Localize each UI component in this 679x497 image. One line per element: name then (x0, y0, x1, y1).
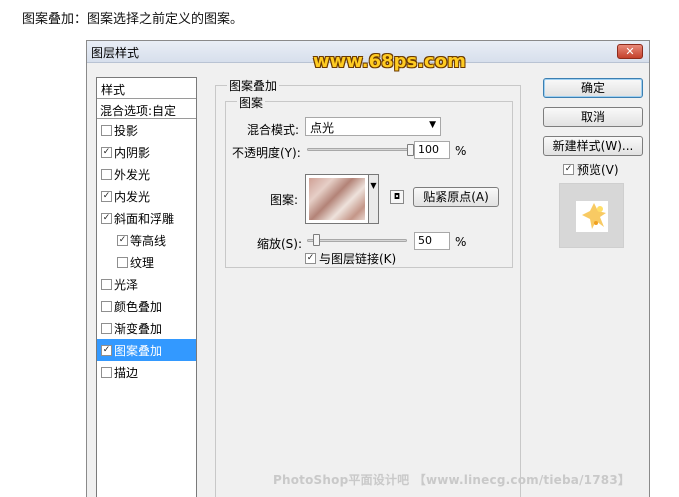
style-item-label: 等高线 (130, 233, 167, 248)
style-item-checkbox[interactable]: ✓ (101, 212, 112, 224)
style-item-4[interactable]: ✓ 斜面和浮雕 (97, 207, 196, 229)
style-item-checkbox[interactable]: ✓ (101, 190, 112, 202)
preview-sparkle-icon (582, 203, 606, 229)
style-item-label: 颜色叠加 (114, 299, 163, 314)
section-title: 图案叠加 (227, 77, 280, 94)
style-item-5[interactable]: ✓ 等高线 (97, 229, 196, 251)
style-item-checkbox[interactable] (101, 300, 112, 312)
style-item-7[interactable]: 光泽 (97, 273, 196, 295)
style-item-label: 描边 (114, 365, 139, 380)
style-item-label: 内阴影 (114, 145, 151, 160)
opacity-slider-thumb[interactable] (407, 144, 414, 156)
chevron-down-icon: ▼ (370, 181, 377, 190)
style-item-label: 图案叠加 (114, 343, 163, 358)
blend-mode-value: 点光 (310, 121, 335, 135)
cancel-button[interactable]: 取消 (543, 107, 643, 127)
blend-mode-label: 混合模式: (247, 123, 300, 137)
caption-text: 图案叠加：图案选择之前定义的图案。 (22, 12, 244, 27)
style-item-label: 渐变叠加 (114, 321, 163, 336)
styles-header[interactable]: 样式 (97, 78, 196, 99)
style-item-checkbox[interactable] (117, 256, 128, 268)
dialog-title: 图层样式 (91, 46, 140, 60)
style-item-checkbox[interactable] (101, 124, 112, 136)
new-style-button[interactable]: 新建样式(W)... (543, 136, 643, 156)
style-item-label: 纹理 (130, 255, 155, 270)
new-preset-icon[interactable]: ◘ (390, 190, 404, 204)
styles-list: 样式 混合选项:自定 投影 ✓ 内阴影 外发光 ✓ 内发光 ✓ 斜面和浮雕 ✓ 等高线 纹理 光泽 颜色… (96, 77, 197, 497)
site-logo: www.68ps.com (313, 51, 466, 72)
snap-to-origin-button[interactable]: 贴紧原点(A) (413, 187, 499, 207)
style-item-checkbox[interactable] (101, 168, 112, 180)
style-item-9[interactable]: 渐变叠加 (97, 317, 196, 339)
style-item-label: 光泽 (114, 277, 139, 292)
watermark-text: PhotoShop平面设计吧 【www.linecg.com/tieba/178… (273, 473, 631, 487)
style-item-checkbox[interactable]: ✓ (101, 146, 112, 158)
style-item-3[interactable]: ✓ 内发光 (97, 185, 196, 207)
scale-percent-sign: % (455, 235, 467, 249)
style-item-label: 投影 (114, 123, 139, 138)
preview-thumbnail (576, 201, 608, 232)
scale-input[interactable]: 50 (414, 232, 450, 250)
blend-mode-select[interactable]: 点光 ▼ (305, 117, 441, 136)
style-items: 投影 ✓ 内阴影 外发光 ✓ 内发光 ✓ 斜面和浮雕 ✓ 等高线 纹理 光泽 颜色叠加 渐变叠加 ✓ 图案叠加… (97, 119, 196, 383)
opacity-label: 不透明度(Y): (232, 146, 301, 160)
style-item-checkbox[interactable] (101, 322, 112, 334)
link-with-layer-label: 与图层链接(K) (319, 252, 397, 266)
scale-slider-thumb[interactable] (313, 234, 320, 246)
preview-row[interactable]: ✓ 预览(V) (563, 161, 619, 178)
pattern-picker[interactable] (305, 174, 369, 224)
link-with-layer-row[interactable]: ✓ 与图层链接(K) (305, 250, 396, 267)
blend-options-item[interactable]: 混合选项:自定 (97, 99, 196, 119)
style-item-8[interactable]: 颜色叠加 (97, 295, 196, 317)
style-item-checkbox[interactable]: ✓ (117, 234, 128, 246)
style-item-6[interactable]: 纹理 (97, 251, 196, 273)
pattern-label: 图案: (270, 193, 299, 207)
style-preview (559, 183, 624, 248)
style-item-checkbox[interactable] (101, 278, 112, 290)
scale-label: 缩放(S): (257, 237, 303, 251)
style-item-0[interactable]: 投影 (97, 119, 196, 141)
preview-label: 预览(V) (577, 163, 619, 177)
link-with-layer-checkbox[interactable]: ✓ (305, 253, 316, 264)
style-item-2[interactable]: 外发光 (97, 163, 196, 185)
preview-checkbox[interactable]: ✓ (563, 164, 574, 175)
pattern-swatch (309, 178, 365, 220)
style-item-label: 外发光 (114, 167, 151, 182)
layer-style-dialog: 图层样式 ✕ www.68ps.com 样式 混合选项:自定 投影 ✓ 内阴影 外发光… (86, 40, 650, 497)
style-item-checkbox[interactable]: ✓ (101, 344, 112, 356)
opacity-input[interactable]: 100 (414, 141, 450, 159)
close-icon: ✕ (625, 45, 635, 58)
style-item-label: 斜面和浮雕 (114, 211, 175, 226)
style-item-10[interactable]: ✓ 图案叠加 (97, 339, 196, 361)
group-title: 图案 (237, 94, 266, 111)
opacity-slider[interactable] (307, 148, 411, 151)
style-item-label: 内发光 (114, 189, 151, 204)
chevron-down-icon: ▼ (429, 120, 436, 130)
ok-button[interactable]: 确定 (543, 78, 643, 98)
pattern-dropdown-button[interactable]: ▼ (369, 174, 379, 224)
style-item-1[interactable]: ✓ 内阴影 (97, 141, 196, 163)
scale-slider[interactable] (307, 239, 407, 242)
close-button[interactable]: ✕ (617, 44, 643, 59)
opacity-percent-sign: % (455, 144, 467, 158)
style-item-checkbox[interactable] (101, 366, 112, 378)
style-item-11[interactable]: 描边 (97, 361, 196, 383)
